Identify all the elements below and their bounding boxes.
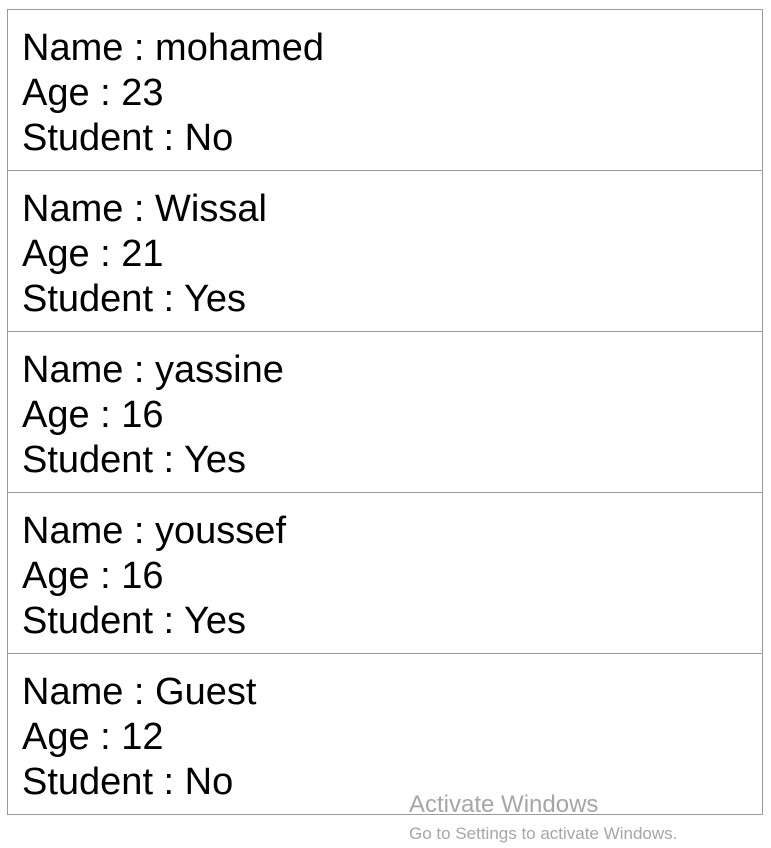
person-name: Name : mohamed: [22, 27, 325, 69]
watermark-subtitle: Go to Settings to activate Windows.: [409, 824, 678, 843]
person-name: Name : youssef: [22, 510, 286, 552]
person-card: Name : youssef Age : 16 Student : Yes: [7, 492, 763, 654]
person-age: Age : 12: [22, 716, 164, 758]
person-age: Age : 16: [22, 394, 164, 436]
person-age: Age : 23: [22, 72, 164, 114]
person-name: Name : yassine: [22, 349, 284, 391]
person-list: Name : mohamed Age : 23 Student : No Nam…: [7, 9, 763, 815]
person-card: Name : mohamed Age : 23 Student : No: [7, 9, 763, 171]
person-student: Student : Yes: [22, 600, 246, 642]
person-name: Name : Guest: [22, 671, 257, 713]
person-card: Name : yassine Age : 16 Student : Yes: [7, 331, 763, 493]
person-name: Name : Wissal: [22, 188, 267, 230]
person-student: Student : Yes: [22, 278, 246, 320]
person-age: Age : 21: [22, 233, 164, 275]
watermark-title: Activate Windows: [409, 791, 599, 818]
activation-watermark: Activate Windows Go to Settings to activ…: [409, 790, 677, 846]
person-student: Student : Yes: [22, 439, 246, 481]
person-student: Student : No: [22, 117, 234, 159]
person-age: Age : 16: [22, 555, 164, 597]
person-card: Name : Wissal Age : 21 Student : Yes: [7, 170, 763, 332]
